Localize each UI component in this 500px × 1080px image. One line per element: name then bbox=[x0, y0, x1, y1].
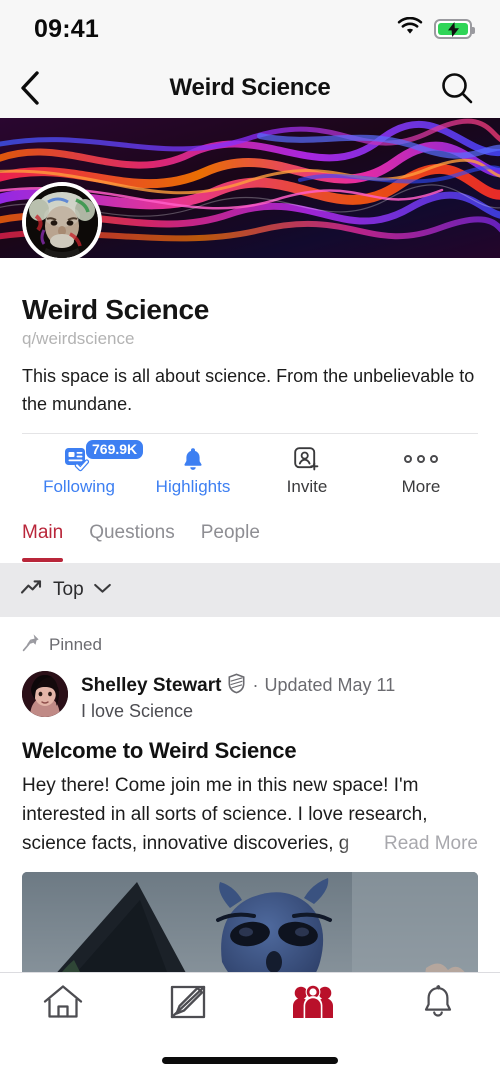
more-button[interactable]: More bbox=[364, 446, 478, 497]
trending-up-icon bbox=[20, 578, 44, 601]
post-title: Welcome to Weird Science bbox=[22, 737, 297, 763]
search-icon[interactable] bbox=[440, 71, 474, 105]
sort-bar[interactable]: Top bbox=[0, 562, 500, 617]
bell-filled-icon bbox=[180, 446, 206, 472]
moderator-shield-icon bbox=[227, 673, 246, 699]
more-dots-icon bbox=[404, 446, 438, 472]
tabbar-notifications[interactable] bbox=[375, 983, 500, 1026]
home-indicator bbox=[162, 1057, 338, 1064]
status-time: 09:41 bbox=[34, 14, 99, 43]
sort-label: Top bbox=[53, 578, 84, 600]
following-check-icon: 769.9K bbox=[64, 439, 144, 472]
status-indicators bbox=[397, 16, 475, 41]
dot bbox=[430, 454, 438, 463]
pinned-label: Pinned bbox=[49, 634, 102, 654]
dot bbox=[417, 454, 425, 463]
content-tabs: Main Questions People bbox=[0, 507, 500, 563]
bottom-tab-bar bbox=[0, 972, 500, 1080]
nav-bar: Weird Science bbox=[0, 58, 500, 118]
battery-charging-icon bbox=[434, 19, 475, 39]
home-icon bbox=[42, 983, 84, 1026]
chevron-down-icon bbox=[93, 581, 112, 599]
post-separator: · bbox=[252, 675, 259, 696]
pin-icon bbox=[22, 633, 40, 657]
post-subtitle: I love Science bbox=[81, 700, 194, 721]
invite-button[interactable]: Invite bbox=[250, 446, 364, 497]
space-name: Weird Science bbox=[22, 294, 210, 325]
author-avatar-artwork bbox=[22, 670, 68, 717]
tabbar-compose[interactable] bbox=[125, 983, 250, 1026]
highlights-button[interactable]: Highlights bbox=[136, 446, 250, 497]
tab-people[interactable]: People bbox=[201, 522, 260, 562]
following-button[interactable]: 769.9K Following bbox=[22, 439, 144, 497]
read-more-link[interactable]: Read More bbox=[336, 829, 478, 859]
post-body: Hey there! Come join me in this new spac… bbox=[22, 772, 478, 859]
invite-label: Invite bbox=[286, 476, 328, 496]
notifications-bell-icon bbox=[419, 983, 457, 1026]
back-button[interactable] bbox=[20, 71, 40, 105]
post-timestamp: Updated May 11 bbox=[264, 675, 396, 696]
author-avatar[interactable] bbox=[22, 670, 68, 717]
page-title: Weird Science bbox=[169, 74, 331, 101]
wifi-icon bbox=[397, 16, 423, 41]
post-author[interactable]: Shelley Stewart bbox=[81, 675, 221, 697]
tabbar-home[interactable] bbox=[0, 983, 125, 1026]
tab-main[interactable]: Main bbox=[22, 522, 64, 562]
post-header: Shelley Stewart · Updated May 11 I love … bbox=[22, 670, 478, 722]
tab-questions[interactable]: Questions bbox=[89, 522, 175, 562]
status-bar: 09:41 bbox=[0, 0, 500, 58]
space-profile: Weird Science q/weirdscience This space … bbox=[0, 258, 500, 507]
following-label: Following bbox=[43, 476, 115, 496]
more-label: More bbox=[401, 476, 441, 496]
space-handle: q/weirdscience bbox=[22, 329, 135, 348]
post-meta: Shelley Stewart · Updated May 11 I love … bbox=[81, 671, 395, 722]
space-description: This space is all about science. From th… bbox=[22, 366, 475, 414]
follower-count-badge: 769.9K bbox=[86, 439, 144, 459]
person-add-icon bbox=[293, 446, 321, 472]
highlights-label: Highlights bbox=[155, 476, 231, 496]
space-action-row: 769.9K Following Highlights Invite More bbox=[22, 432, 478, 507]
pinned-post[interactable]: Pinned Shelley Stewart · Updated May 11 … bbox=[0, 617, 500, 859]
post-byline: Shelley Stewart · Updated May 11 bbox=[81, 673, 395, 699]
dot bbox=[404, 454, 412, 463]
tabbar-spaces[interactable] bbox=[250, 984, 375, 1025]
spaces-group-icon bbox=[292, 984, 334, 1025]
pinned-indicator: Pinned bbox=[22, 633, 478, 657]
compose-icon bbox=[168, 983, 208, 1026]
space-avatar[interactable] bbox=[22, 182, 102, 262]
avatar-artwork bbox=[26, 186, 98, 258]
app-screen: 09:41 Weird Science Weird Science q/weir… bbox=[0, 0, 500, 1080]
